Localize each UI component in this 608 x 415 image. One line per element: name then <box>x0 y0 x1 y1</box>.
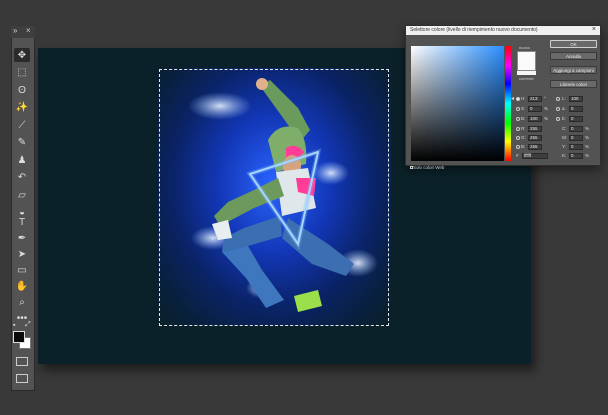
s-radio[interactable] <box>516 107 520 111</box>
b-radio[interactable] <box>516 117 520 121</box>
eraser-icon: ▱ <box>18 189 26 201</box>
hue-slider[interactable] <box>505 46 511 161</box>
current-color-label: corrente <box>519 76 534 81</box>
quick-mask-icon[interactable] <box>16 357 28 366</box>
b-row: B: 100 % <box>521 116 549 122</box>
brush-tool[interactable]: ✎ <box>14 136 30 150</box>
brush-icon: ✎ <box>17 137 27 148</box>
path-selection-tool[interactable]: ➤ <box>14 247 30 261</box>
close-icon[interactable]: × <box>592 26 596 33</box>
web-only-label: Solo colori Web <box>413 165 445 170</box>
current-color-swatch[interactable] <box>517 71 536 75</box>
g-row: G: 255 <box>521 135 551 141</box>
pen-icon: ✒ <box>17 232 27 244</box>
default-colors-icon[interactable]: ▪ <box>13 322 15 329</box>
history-brush-tool[interactable]: ↶ <box>14 171 30 185</box>
marquee-selection[interactable] <box>159 69 389 326</box>
hue-slider-arrow-icon[interactable]: ◂ <box>511 95 514 102</box>
hand-icon: ✋ <box>15 280 29 292</box>
blue-row: B: 255 <box>521 144 551 150</box>
zoom-icon: ⌕ <box>19 296 25 308</box>
hand-tool[interactable]: ✋ <box>14 279 30 293</box>
eraser-tool[interactable]: ▱ <box>14 188 30 202</box>
hex-label: # <box>516 153 519 158</box>
c-row: C: 0 % <box>562 126 590 132</box>
y-input[interactable]: 0 <box>569 144 583 150</box>
color-libraries-button[interactable]: Librerie colori <box>550 80 597 88</box>
l-input[interactable]: 100 <box>569 96 583 102</box>
type-icon: T <box>18 216 26 228</box>
k-input[interactable]: 0 <box>569 153 583 159</box>
l-radio[interactable] <box>556 97 560 101</box>
eyedropper-tool[interactable]: ⟋ <box>14 118 30 132</box>
foreground-color-swatch[interactable] <box>13 331 25 343</box>
stamp-tool[interactable]: ♟ <box>14 153 30 167</box>
pen-tool[interactable]: ✒ <box>14 231 30 245</box>
marquee-tool[interactable]: ⬚ <box>14 66 30 80</box>
a-radio[interactable] <box>556 107 560 111</box>
s-row: S: 0 % <box>521 106 549 112</box>
lasso-tool[interactable]: ʘ <box>14 83 30 97</box>
path-selection-icon: ➤ <box>17 248 27 260</box>
history-brush-icon: ↶ <box>17 172 27 183</box>
a-row: a: 0 <box>562 106 592 112</box>
h-row: H: 213 ° <box>521 96 546 102</box>
k-row: K: 0 % <box>562 153 590 159</box>
lab-b-input[interactable]: 0 <box>569 116 583 122</box>
ok-button[interactable]: OK <box>550 40 597 48</box>
lab-b-row: b: 0 <box>562 116 592 122</box>
color-picker-dialog: Selettore colore (livello di riempimento… <box>405 25 601 170</box>
l-row: L: 100 <box>562 96 592 102</box>
close-panel-button[interactable]: × <box>26 26 31 35</box>
g-radio[interactable] <box>516 136 520 140</box>
move-tool[interactable]: ✥ <box>14 48 30 62</box>
lab-b-radio[interactable] <box>556 117 560 121</box>
m-input[interactable]: 0 <box>569 135 583 141</box>
magic-wand-icon: ✨ <box>15 102 29 113</box>
magic-wand-tool[interactable]: ✨ <box>14 101 30 115</box>
new-color-label: nuovo <box>519 45 530 50</box>
tools-panel-header: » × <box>11 26 35 38</box>
zoom-tool[interactable]: ⌕ <box>14 295 30 309</box>
b-input[interactable]: 100 <box>528 116 542 122</box>
eyedropper-icon: ⟋ <box>18 119 26 131</box>
hex-input[interactable]: ffffff <box>522 153 548 159</box>
collapse-panel-button[interactable]: » <box>13 26 17 35</box>
marquee-icon: ⬚ <box>17 67 27 78</box>
stamp-icon: ♟ <box>17 154 27 166</box>
shape-icon: ▭ <box>17 264 27 276</box>
h-radio[interactable] <box>516 97 520 101</box>
new-color-swatch <box>517 51 536 71</box>
move-icon: ✥ <box>17 49 27 61</box>
type-tool[interactable]: T <box>14 215 30 229</box>
y-row: Y: 0 % <box>562 144 590 150</box>
a-input[interactable]: 0 <box>569 106 583 112</box>
s-input[interactable]: 0 <box>528 106 542 112</box>
c-input[interactable]: 0 <box>569 126 583 132</box>
g-input[interactable]: 255 <box>528 135 542 141</box>
lasso-icon: ʘ <box>18 84 26 96</box>
blue-input[interactable]: 255 <box>528 144 542 150</box>
screen-mode-icon[interactable] <box>16 374 28 383</box>
color-field[interactable] <box>411 46 504 161</box>
swap-colors-icon[interactable]: ⤢ <box>25 321 31 329</box>
r-radio[interactable] <box>516 127 520 131</box>
add-to-swatches-button[interactable]: Aggiungi a campioni <box>550 66 597 74</box>
m-row: M: 0 % <box>562 135 590 141</box>
h-input[interactable]: 213 <box>528 96 542 102</box>
r-row: R: 255 <box>521 126 551 132</box>
blue-radio[interactable] <box>516 145 520 149</box>
dialog-title: Selettore colore (livello di riempimento… <box>406 26 600 35</box>
cancel-button[interactable]: Annulla <box>550 52 597 60</box>
r-input[interactable]: 255 <box>528 126 542 132</box>
shape-tool[interactable]: ▭ <box>14 263 30 277</box>
